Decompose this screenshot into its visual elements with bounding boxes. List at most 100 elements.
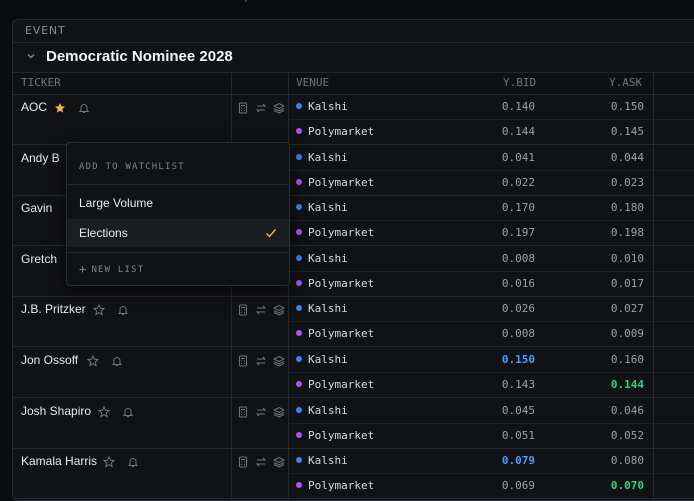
venue-polymarket: Polymarket	[296, 125, 374, 138]
ticker-name[interactable]: AOC	[21, 100, 47, 114]
bell-icon[interactable]	[117, 304, 129, 316]
ybid-value[interactable]: 0.069	[475, 479, 535, 492]
table-header: TICKER VENUE Y.BID Y.ASK	[13, 72, 694, 95]
col-ybid-header[interactable]: Y.BID	[503, 76, 536, 89]
table-row-aoc[interactable]: AOC Kalshi 0.140 0.150 Polymarket 0.144 0.145	[13, 94, 694, 145]
ticker-name[interactable]: Andy B	[21, 151, 60, 165]
watchlist-item-label: Elections	[79, 226, 128, 240]
venue-kalshi: Kalshi	[296, 404, 348, 417]
ybid-value[interactable]: 0.026	[475, 302, 535, 315]
yask-value[interactable]: 0.046	[584, 404, 644, 417]
layers-icon[interactable]	[273, 355, 285, 367]
ybid-value[interactable]: 0.016	[475, 277, 535, 290]
ybid-value[interactable]: 0.022	[475, 176, 535, 189]
ybid-value[interactable]: 0.170	[475, 201, 535, 214]
chevron-down-icon[interactable]	[26, 51, 36, 61]
yask-value[interactable]: 0.070	[584, 479, 644, 492]
watchlist-item-large-volume[interactable]: Large Volume	[67, 189, 289, 217]
col-ticker-header[interactable]: TICKER	[21, 76, 61, 89]
yask-value[interactable]: 0.080	[584, 454, 644, 467]
star-icon[interactable]	[54, 102, 66, 114]
venue-label: Polymarket	[308, 428, 375, 442]
layers-icon[interactable]	[273, 456, 285, 468]
layers-icon[interactable]	[273, 304, 285, 316]
new-list-button[interactable]: + NEW LIST	[79, 262, 144, 276]
yask-value[interactable]: 0.144	[584, 378, 644, 391]
ybid-value[interactable]: 0.041	[475, 151, 535, 164]
yask-value[interactable]: 0.017	[584, 277, 644, 290]
venue-dot-icon	[296, 204, 302, 211]
yask-value[interactable]: 0.052	[584, 429, 644, 442]
bell-icon[interactable]	[78, 102, 90, 114]
venue-dot-icon	[296, 128, 302, 134]
layers-icon[interactable]	[273, 102, 285, 114]
calculator-icon[interactable]	[237, 355, 249, 367]
yask-value[interactable]: 0.010	[584, 252, 644, 265]
ticker-name[interactable]: J.B. Pritzker	[21, 302, 86, 316]
yask-value[interactable]: 0.044	[584, 151, 644, 164]
yask-value[interactable]: 0.150	[584, 100, 644, 113]
yask-value[interactable]: 0.009	[584, 327, 644, 340]
table-row-kamala-harris[interactable]: Kamala Harris Kalshi 0.079 0.080 Polymarket 0…	[13, 448, 694, 500]
venue-dot-icon	[296, 356, 302, 362]
star-icon[interactable]	[87, 355, 99, 367]
yask-value[interactable]: 0.023	[584, 176, 644, 189]
ybid-value[interactable]: 0.150	[475, 353, 535, 366]
venue-label: Kalshi	[308, 403, 348, 417]
swap-icon[interactable]	[255, 355, 267, 367]
layers-icon[interactable]	[273, 406, 285, 418]
yask-value[interactable]: 0.145	[584, 125, 644, 138]
star-icon[interactable]	[98, 405, 110, 418]
calculator-icon[interactable]	[237, 406, 249, 418]
ybid-value[interactable]: 0.045	[475, 404, 535, 417]
event-title-row[interactable]: Democratic Nominee 2028	[13, 43, 694, 72]
yask-value[interactable]: 0.160	[584, 353, 644, 366]
row-divider	[288, 270, 694, 272]
col-venue-header[interactable]: VENUE	[296, 76, 329, 89]
yask-value[interactable]: 0.027	[584, 302, 644, 315]
col-yask-header[interactable]: Y.ASK	[609, 76, 642, 89]
row-divider	[288, 422, 694, 424]
venue-dot-icon	[296, 254, 302, 261]
calculator-icon[interactable]	[237, 102, 249, 114]
star-icon[interactable]	[93, 304, 105, 317]
ticker-name[interactable]: Josh Shapiro	[21, 404, 91, 418]
bell-icon[interactable]	[122, 406, 134, 418]
calculator-icon[interactable]	[237, 304, 249, 316]
ybid-value[interactable]: 0.051	[475, 429, 535, 442]
ybid-value[interactable]: 0.140	[475, 100, 535, 113]
venue-kalshi: Kalshi	[296, 151, 348, 164]
divider	[67, 184, 289, 185]
event-label: EVENT	[25, 24, 66, 37]
ticker-name[interactable]: Gretch	[21, 252, 57, 266]
ybid-value[interactable]: 0.008	[475, 252, 535, 265]
ybid-value[interactable]: 0.008	[475, 327, 535, 340]
bell-icon[interactable]	[127, 456, 139, 468]
swap-icon[interactable]	[255, 406, 267, 418]
venue-dot-icon	[296, 482, 302, 489]
venue-label: Kalshi	[308, 454, 348, 468]
table-row-j-b-pritzker[interactable]: J.B. Pritzker Kalshi 0.026 0.027 Polymarket 0…	[13, 296, 694, 348]
venue-polymarket: Polymarket	[296, 226, 374, 239]
watchlist-item-elections[interactable]: Elections	[67, 219, 289, 247]
ybid-value[interactable]: 0.079	[475, 454, 535, 467]
ticker-name[interactable]: Jon Ossoff	[21, 353, 78, 367]
bell-icon[interactable]	[111, 355, 123, 367]
row-divider	[288, 119, 694, 120]
ticker-name[interactable]: Gavin	[21, 201, 52, 215]
swap-icon[interactable]	[255, 304, 267, 316]
swap-icon[interactable]	[255, 456, 267, 468]
ybid-value[interactable]: 0.197	[475, 226, 535, 239]
venue-label: Polymarket	[308, 479, 375, 493]
ybid-value[interactable]: 0.144	[475, 125, 535, 138]
venue-kalshi: Kalshi	[296, 201, 348, 214]
yask-value[interactable]: 0.198	[584, 226, 644, 239]
ticker-name[interactable]: Kamala Harris	[21, 454, 97, 468]
table-row-jon-ossoff[interactable]: Jon Ossoff Kalshi 0.150 0.160 Polymarket 0.14…	[13, 347, 694, 398]
yask-value[interactable]: 0.180	[584, 201, 644, 214]
star-icon[interactable]	[103, 456, 115, 468]
ybid-value[interactable]: 0.143	[475, 378, 535, 391]
table-row-josh-shapiro[interactable]: Josh Shapiro Kalshi 0.045 0.046 Polymarket 0.…	[13, 398, 694, 449]
calculator-icon[interactable]	[237, 456, 249, 468]
swap-icon[interactable]	[255, 102, 267, 114]
